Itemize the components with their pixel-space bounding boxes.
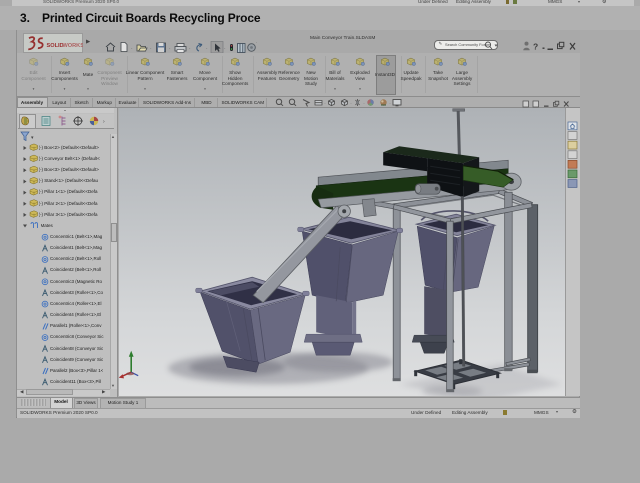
svg-text:·: ·: [389, 100, 391, 105]
svg-text:·: ·: [169, 46, 171, 52]
svg-text:·: ·: [324, 100, 326, 105]
svg-text:·: ·: [189, 46, 191, 52]
svg-text:·: ·: [224, 46, 226, 52]
svg-text:·: ·: [350, 100, 352, 105]
svg-text:·: ·: [363, 100, 365, 105]
svg-text:·: ·: [150, 46, 152, 52]
svg-text:·: ·: [131, 46, 133, 52]
svg-text:?: ?: [533, 42, 538, 52]
svg-text:·: ·: [206, 46, 208, 52]
